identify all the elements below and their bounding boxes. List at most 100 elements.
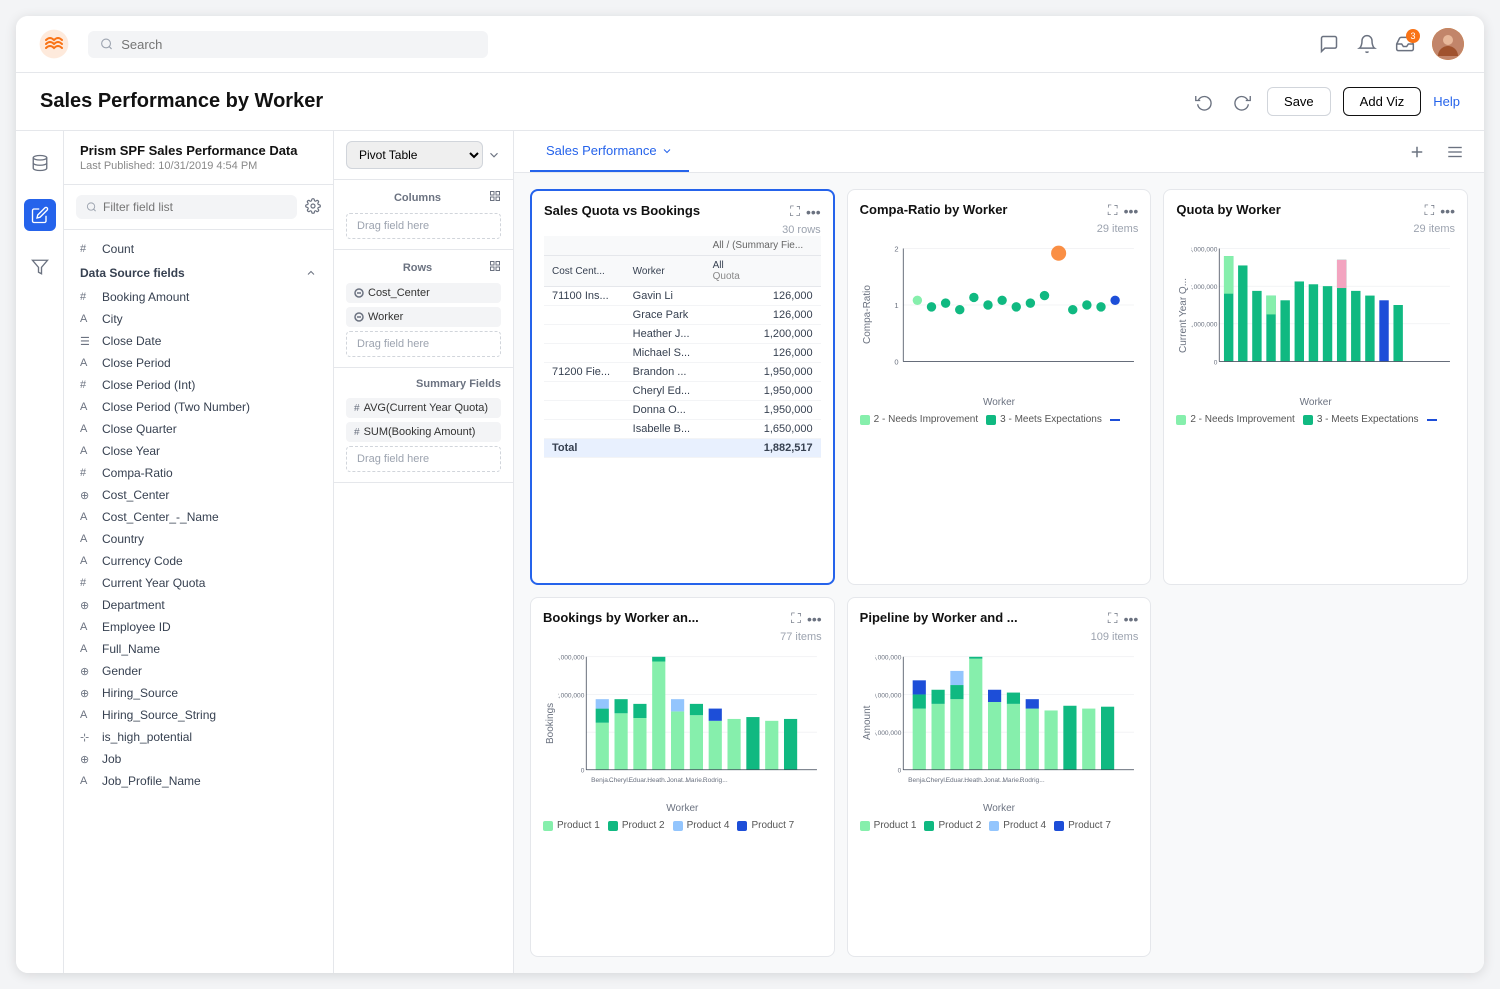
quota-y-label: Current Year Q... [1176,235,1191,395]
svg-text:0: 0 [894,357,898,366]
search-input[interactable] [121,37,476,52]
user-avatar[interactable] [1432,28,1464,60]
quota-legend: 2 - Needs Improvement 3 - Meets Expectat… [1176,414,1455,425]
quota-chart: Current Year Q... 3,000,000 2,000,000 [1176,235,1455,395]
field-item-close-period--int-[interactable]: #Close Period (Int) [64,374,333,396]
viz-menu-button[interactable]: ••• [806,204,821,220]
svg-text:2,000,000: 2,000,000 [1191,284,1218,291]
legend-color-3 [1110,419,1120,421]
viz-pipeline-worker-header: Pipeline by Worker and ... ⛶ ••• [860,610,1139,627]
viz-menu-button2[interactable]: ••• [1124,203,1139,219]
field-item-hiring-source[interactable]: ⊕Hiring_Source [64,682,333,704]
edit-icon[interactable] [24,199,56,231]
col-header-all: All / (Summary Fie... [705,236,821,256]
field-item-close-year[interactable]: AClose Year [64,440,333,462]
pipeline-y-label: Amount [860,643,875,803]
quota-legend-3 [1427,414,1437,425]
field-item-close-period[interactable]: AClose Period [64,352,333,374]
field-item-is-high-potential[interactable]: ⊹is_high_potential [64,726,333,748]
save-button[interactable]: Save [1267,87,1331,116]
tabs-actions [1404,139,1468,165]
compa-ratio-chart: Compa-Ratio 2 1 0 [860,235,1139,395]
field-item-gender[interactable]: ⊕Gender [64,660,333,682]
svg-text:0: 0 [897,768,901,775]
field-settings-button[interactable] [305,198,321,217]
rows-field-worker[interactable]: Worker [346,307,501,327]
summary-field-sum[interactable]: # SUM(Booking Amount) [346,422,501,442]
field-search[interactable] [76,195,297,219]
total-value: 1,882,517 [705,439,821,458]
viz-quota-worker-count: 29 items [1176,223,1455,235]
field-item-job[interactable]: ⊕Job [64,748,333,770]
columns-drop-zone[interactable]: Drag field here [346,213,501,239]
rows-label: Rows [346,260,501,275]
columns-label: Columns [346,190,501,205]
bk-legend-3: Product 4 [673,820,730,831]
field-item-cost-center[interactable]: ⊕Cost_Center [64,484,333,506]
field-search-input[interactable] [103,200,287,214]
bk-legend-1: Product 1 [543,820,600,831]
pivot-type-select[interactable]: Pivot Table [346,141,483,169]
tab-sales-performance[interactable]: Sales Performance [530,131,689,172]
pivot-table: All / (Summary Fie... Cost Cent... Worke… [544,236,821,458]
viz-menu-button5[interactable]: ••• [1124,611,1139,627]
field-list: # Count Data Source fields #Booking Amou… [64,230,333,973]
add-tab-button[interactable] [1404,139,1430,165]
filter-icon[interactable] [24,251,56,283]
data-source-meta: Last Published: 10/31/2019 4:54 PM [80,160,317,172]
expand-button2[interactable]: ⛶ [1108,202,1118,219]
tab-dropdown-icon [661,145,673,157]
viz-quota-worker-title: Quota by Worker [1176,202,1424,217]
collapse-icon[interactable] [305,267,317,279]
field-item-employee-id[interactable]: AEmployee ID [64,616,333,638]
field-item-department[interactable]: ⊕Department [64,594,333,616]
global-search[interactable] [88,31,488,58]
svg-text:Rodrig...: Rodrig... [1019,777,1044,784]
field-item-close-date[interactable]: ☰Close Date [64,330,333,352]
viz-quota-worker: Quota by Worker ⛶ ••• 29 items Current Y… [1163,189,1468,585]
add-viz-button[interactable]: Add Viz [1343,87,1422,116]
rows-field-cost-center[interactable]: Cost_Center [346,283,501,303]
undo-button[interactable] [1191,89,1217,115]
chevron-down-icon [487,148,501,162]
field-item-current-year-quota[interactable]: #Current Year Quota [64,572,333,594]
rows-drop-zone[interactable]: Drag field here [346,331,501,357]
data-icon[interactable] [24,147,56,179]
field-item-compa-ratio[interactable]: #Compa-Ratio [64,462,333,484]
field-item-full-name[interactable]: AFull_Name [64,638,333,660]
notifications-icon[interactable] [1356,33,1378,55]
help-button[interactable]: Help [1433,94,1460,109]
field-item-cost-center---name[interactable]: ACost_Center_-_Name [64,506,333,528]
viz-pipeline-worker: Pipeline by Worker and ... ⛶ ••• 109 ite… [847,597,1152,957]
field-item-count[interactable]: # Count [64,238,333,260]
field-list-items: #Booking AmountACity☰Close DateAClose Pe… [64,286,333,792]
pl-legend-1: Product 1 [860,820,917,831]
field-item-close-quarter[interactable]: AClose Quarter [64,418,333,440]
redo-button[interactable] [1229,89,1255,115]
expand-button4[interactable]: ⛶ [791,610,801,627]
pl-legend-2: Product 2 [924,820,981,831]
field-item-booking-amount[interactable]: #Booking Amount [64,286,333,308]
field-item-country[interactable]: ACountry [64,528,333,550]
field-item-hiring-source-string[interactable]: AHiring_Source_String [64,704,333,726]
inbox-icon[interactable]: 3 [1394,33,1416,55]
field-item-job-profile-name[interactable]: AJob_Profile_Name [64,770,333,792]
messages-icon[interactable] [1318,33,1340,55]
viz-sales-quota-title: Sales Quota vs Bookings [544,203,790,218]
svg-text:5,000,000: 5,000,000 [875,730,902,737]
summary-drop-zone[interactable]: Drag field here [346,446,501,472]
field-item-city[interactable]: ACity [64,308,333,330]
viz-bookings-worker-actions: ⛶ ••• [791,610,822,627]
expand-button3[interactable]: ⛶ [1424,202,1434,219]
expand-button5[interactable]: ⛶ [1108,610,1118,627]
viz-menu-button3[interactable]: ••• [1440,203,1455,219]
field-item-currency-code[interactable]: ACurrency Code [64,550,333,572]
top-nav: 3 [16,16,1484,73]
viz-menu-button4[interactable]: ••• [807,611,822,627]
summary-field-avg[interactable]: # AVG(Current Year Quota) [346,398,501,418]
expand-button[interactable]: ⛶ [790,203,800,220]
tab-menu-button[interactable] [1442,139,1468,165]
field-item-close-period--two-number-[interactable]: AClose Period (Two Number) [64,396,333,418]
pipeline-legend: Product 1 Product 2 Product 4 [860,820,1139,831]
viz-sales-quota: Sales Quota vs Bookings ⛶ ••• 30 rows [530,189,835,585]
